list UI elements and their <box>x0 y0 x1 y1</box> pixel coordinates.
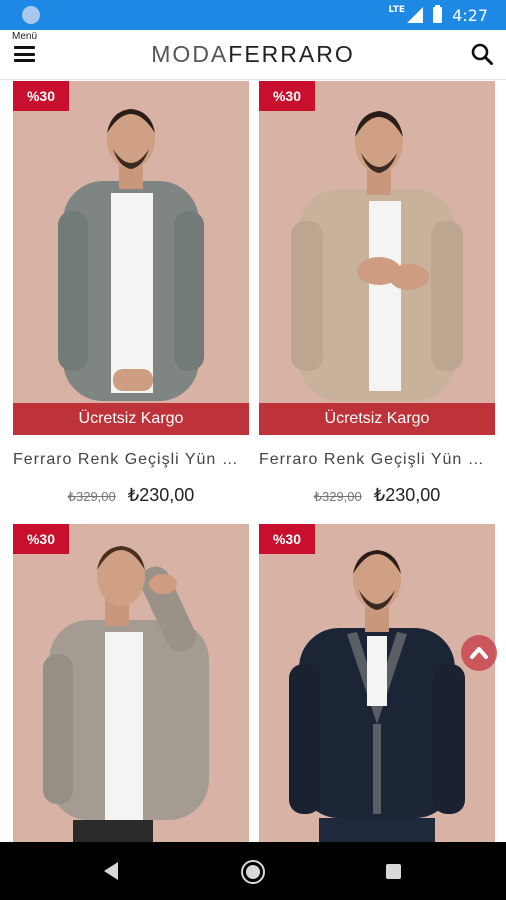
product-card[interactable]: %30 <box>259 524 495 842</box>
old-price: ₺329,00 <box>67 489 116 504</box>
discount-badge: %30 <box>259 81 315 111</box>
search-icon <box>471 43 493 65</box>
product-image[interactable]: %30 <box>13 524 249 842</box>
discount-badge: %30 <box>259 524 315 554</box>
brand-logo[interactable]: MODAFERRARO <box>0 41 506 68</box>
product-grid: %30 Ücretsiz Kargo Ferraro Renk Geçişli … <box>0 80 506 842</box>
new-price: ₺230,00 <box>373 485 441 505</box>
old-price: ₺329,00 <box>313 489 362 504</box>
app-header: Menü MODAFERRARO <box>0 30 506 80</box>
signal-icon <box>407 7 424 23</box>
product-image[interactable]: %30 Ücretsiz Kargo <box>13 81 249 435</box>
network-type-label: LTE <box>388 5 406 15</box>
system-navigation-bar <box>0 842 506 900</box>
chevron-up-icon <box>470 647 488 659</box>
brand-logo-light: MODA <box>151 41 229 67</box>
status-indicators: LTE 4:27 <box>389 0 488 30</box>
product-image[interactable]: %30 <box>259 524 495 842</box>
status-clock: 4:27 <box>452 5 488 25</box>
brand-logo-bold: FERRARO <box>228 41 355 67</box>
product-photo <box>259 81 495 435</box>
product-image[interactable]: %30 Ücretsiz Kargo <box>259 81 495 435</box>
product-name[interactable]: Ferraro Renk Geçişli Yün Hırka <box>13 451 249 469</box>
product-card[interactable]: %30 <box>13 524 249 842</box>
product-photo <box>13 81 249 435</box>
home-circle-icon[interactable] <box>241 860 265 884</box>
product-name[interactable]: Ferraro Renk Geçişli Yün Hırka <box>259 451 495 469</box>
recent-apps-icon[interactable] <box>386 864 401 879</box>
search-button[interactable] <box>470 42 494 66</box>
notification-icon <box>22 6 40 24</box>
scroll-to-top-button[interactable] <box>461 635 497 671</box>
product-card[interactable]: %30 Ücretsiz Kargo Ferraro Renk Geçişli … <box>259 81 495 506</box>
product-card[interactable]: %30 Ücretsiz Kargo Ferraro Renk Geçişli … <box>13 81 249 506</box>
free-shipping-banner: Ücretsiz Kargo <box>13 403 249 435</box>
product-prices: ₺329,00 ₺230,00 <box>13 485 249 506</box>
product-prices: ₺329,00 ₺230,00 <box>259 485 495 506</box>
new-price: ₺230,00 <box>127 485 195 505</box>
product-photo <box>259 524 495 842</box>
discount-badge: %30 <box>13 524 69 554</box>
product-photo <box>13 524 249 842</box>
status-bar: LTE 4:27 <box>0 0 506 30</box>
discount-badge: %30 <box>13 81 69 111</box>
free-shipping-banner: Ücretsiz Kargo <box>259 403 495 435</box>
battery-icon <box>433 5 443 23</box>
back-triangle-icon[interactable] <box>104 862 118 880</box>
